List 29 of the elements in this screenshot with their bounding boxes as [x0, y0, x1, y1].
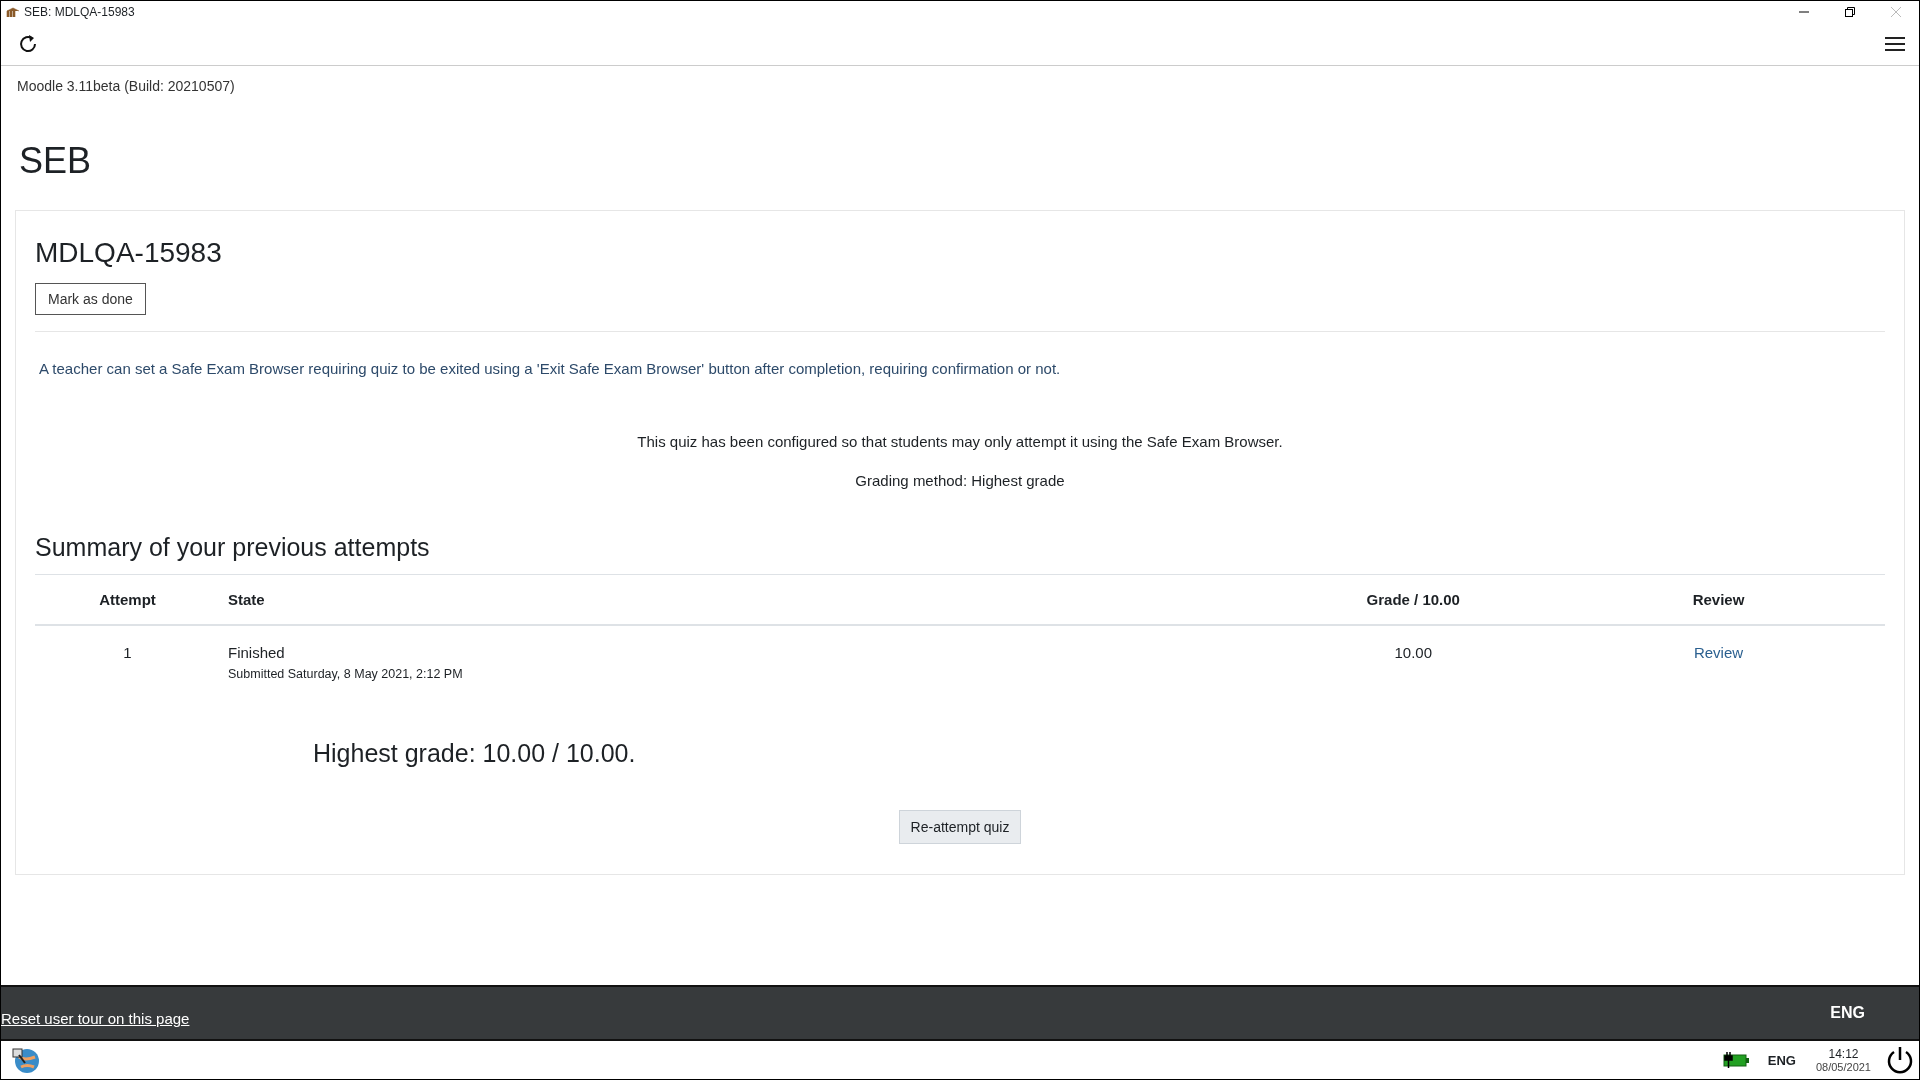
reattempt-quiz-button[interactable]: Re-attempt quiz [898, 810, 1022, 844]
quiz-notice: This quiz has been configured so that students may only attempt it using the Safe Exam Browser. [636, 433, 1284, 450]
power-icon[interactable] [1885, 1045, 1915, 1075]
language-indicator[interactable]: ENG [1767, 1052, 1796, 1068]
version-text: Moodle 3.11beta (Build: 20210507) [17, 78, 236, 94]
submitted-date: Submitted Saturday, 8 May 2021, 2:12 PM [228, 667, 464, 681]
site-name: SEB [19, 140, 93, 182]
mark-as-done-button[interactable]: Mark as done [35, 283, 146, 315]
language-label: ENG [1830, 1004, 1865, 1022]
attempt-number: 1 [123, 644, 132, 661]
restore-icon[interactable] [1845, 7, 1855, 17]
clock-time: 14:12 [1828, 1047, 1859, 1061]
clock-date: 08/05/2021 [1815, 1061, 1871, 1073]
column-header: Grade / 10.00 [1366, 591, 1460, 608]
quiz-notice: Grading method: Highest grade [854, 472, 1066, 489]
reset-tour-link[interactable]: Reset user tour on this page [1, 1009, 190, 1027]
column-header: Attempt [99, 591, 156, 608]
review-link[interactable]: Review [1693, 644, 1744, 661]
attempts-heading: Summary of your previous attempts [35, 533, 431, 562]
activity-title: MDLQA-15983 [35, 237, 223, 269]
attempt-grade: 10.00 [1394, 644, 1432, 661]
column-header: Review [1692, 591, 1745, 608]
app-logo-icon [6, 7, 20, 17]
attempt-state: Finished [228, 644, 286, 661]
column-header: State [228, 591, 265, 608]
highest-grade-text: Highest grade: 10.00 / 10.00. [313, 739, 637, 768]
window-title: SEB: MDLQA-15983 [24, 5, 135, 19]
activity-description: A teacher can set a Safe Exam Browser requiring quiz to be exited using a 'Exit Safe Exam Browser' button after completion, requiring confirmation or not. [39, 360, 1062, 377]
menu-icon[interactable] [1885, 36, 1905, 52]
